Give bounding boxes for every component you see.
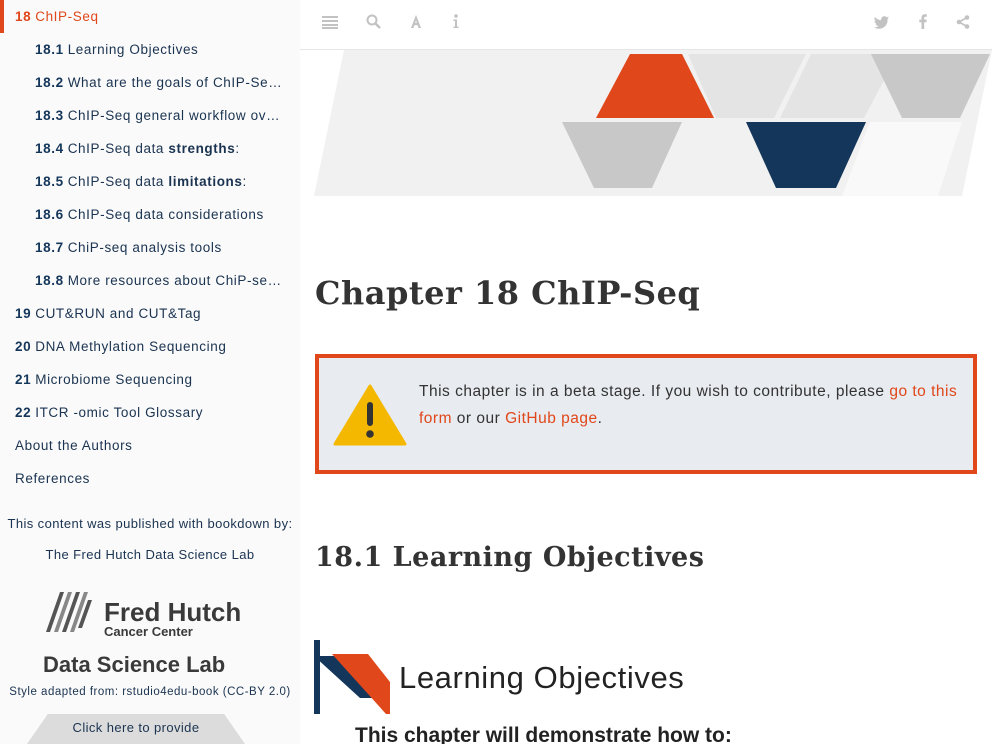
- toc-item-label: CUT&RUN and CUT&Tag: [35, 306, 202, 321]
- share-icon[interactable]: [952, 14, 974, 36]
- twitter-icon[interactable]: [870, 14, 892, 36]
- facebook-icon[interactable]: [912, 14, 934, 36]
- toc-item-label: ChiP-seq analysis tools: [67, 240, 222, 255]
- toc-item-18-4[interactable]: 18.4 ChIP-Seq data strengths:: [0, 132, 285, 165]
- toc-item-number: 18.4: [35, 141, 64, 156]
- toc-item-18-8[interactable]: 18.8 More resources about ChiP-seq …: [0, 264, 285, 297]
- feedback-button[interactable]: Click here to provide: [20, 714, 252, 744]
- toc-item-number: 18.8: [35, 273, 64, 288]
- notice-text-pre: This chapter is in a beta stage. If you …: [419, 383, 890, 400]
- toc-item-18-7[interactable]: 18.7 ChiP-seq analysis tools: [0, 231, 285, 264]
- font-icon[interactable]: [405, 14, 427, 36]
- toc-item-label: Learning Objectives: [67, 42, 199, 57]
- lab-link[interactable]: The Fred Hutch Data Science Lab: [0, 547, 300, 562]
- notice-text-mid: or our: [452, 410, 506, 427]
- toc-item-20[interactable]: 20 DNA Methylation Sequencing: [0, 330, 300, 363]
- toc-item-label: References: [15, 471, 91, 486]
- toc-item-18-6[interactable]: 18.6 ChIP-Seq data considerations: [0, 198, 285, 231]
- toc-item-22[interactable]: 22 ITCR -omic Tool Glossary: [0, 396, 300, 429]
- toc-item-number: 22: [15, 405, 32, 420]
- notice-text-post: .: [597, 410, 603, 427]
- toc-item-number: 21: [15, 372, 32, 387]
- toc-item-number: 18.7: [35, 240, 64, 255]
- toc-item-label: ChIP-Seq data strengths:: [67, 141, 240, 156]
- toc-item-number: 20: [15, 339, 32, 354]
- toc-item-label: ChIP-Seq data considerations: [67, 207, 264, 222]
- toc-item-label: ChIP-Seq general workflow overv…: [67, 108, 285, 123]
- toc-item-number: 18.5: [35, 174, 64, 189]
- menu-icon[interactable]: [319, 14, 341, 36]
- toc-item-label: ChIP-Seq: [35, 9, 99, 24]
- toc-item-number: 18.6: [35, 207, 64, 222]
- notice-text: This chapter is in a beta stage. If you …: [419, 378, 959, 432]
- logo-mark-icon: [46, 592, 92, 632]
- style-adapted-text: Style adapted from: rstudio4edu-book (CC…: [9, 686, 291, 698]
- toc-item-link-14[interactable]: References: [0, 462, 300, 495]
- toc-item-21[interactable]: 21 Microbiome Sequencing: [0, 363, 300, 396]
- toc-item-18[interactable]: 18 ChIP-Seq: [0, 0, 300, 33]
- toc-item-18-2[interactable]: 18.2 What are the goals of ChIP-Seq a…: [0, 66, 285, 99]
- toc-item-18-1[interactable]: 18.1 Learning Objectives: [0, 33, 285, 66]
- toc-item-18-3[interactable]: 18.3 ChIP-Seq general workflow overv…: [0, 99, 285, 132]
- toc-item-label: DNA Methylation Sequencing: [35, 339, 227, 354]
- github-page-link[interactable]: GitHub page: [505, 410, 598, 427]
- toc-item-number: 18.2: [35, 75, 64, 90]
- chapter-banner: [314, 50, 992, 196]
- toc-item-label: About the Authors: [15, 438, 133, 453]
- svg-text:Fred Hutch: Fred Hutch: [104, 597, 241, 627]
- beta-notice: This chapter is in a beta stage. If you …: [315, 354, 977, 474]
- toc-item-link-13[interactable]: About the Authors: [0, 429, 300, 462]
- toc-item-label: What are the goals of ChIP-Seq a…: [67, 75, 285, 90]
- svg-text:Cancer Center: Cancer Center: [104, 624, 193, 639]
- info-icon[interactable]: [445, 14, 467, 36]
- sidebar: 18 ChIP-Seq 18.1 Learning Objectives 18.2 Wha…: [0, 0, 300, 744]
- section-title: 18.1 Learning Objectives: [315, 542, 705, 573]
- learning-objectives-icon: [314, 640, 392, 716]
- warning-icon: [333, 384, 407, 448]
- toc-item-number: 19: [15, 306, 32, 321]
- search-icon[interactable]: [362, 14, 384, 36]
- chapter-title: Chapter 18 ChIP-Seq: [315, 274, 701, 312]
- fred-hutch-logo[interactable]: Fred Hutch Cancer Center Data Science La…: [40, 588, 250, 678]
- learning-objectives-heading: Learning Objectives: [399, 660, 685, 695]
- toc-item-19[interactable]: 19 CUT&RUN and CUT&Tag: [0, 297, 300, 330]
- svg-text:Data Science Lab: Data Science Lab: [43, 652, 225, 677]
- toc-item-number: 18.3: [35, 108, 64, 123]
- toc-item-number: 18.1: [35, 42, 64, 57]
- toc-item-label: ITCR -omic Tool Glossary: [35, 405, 204, 420]
- toc-item-label: ChIP-Seq data limitations:: [67, 174, 247, 189]
- toc-item-label: Microbiome Sequencing: [35, 372, 193, 387]
- toc-item-18-5[interactable]: 18.5 ChIP-Seq data limitations:: [0, 165, 285, 198]
- toc-item-number: 18: [15, 9, 32, 24]
- learning-objectives-subheading: This chapter will demonstrate how to:: [355, 724, 732, 744]
- toolbar: [300, 0, 992, 50]
- feedback-label: Click here to provide: [72, 720, 200, 735]
- published-with-text: This content was published with bookdown…: [7, 516, 293, 531]
- toc-item-label: More resources about ChiP-seq …: [67, 273, 285, 288]
